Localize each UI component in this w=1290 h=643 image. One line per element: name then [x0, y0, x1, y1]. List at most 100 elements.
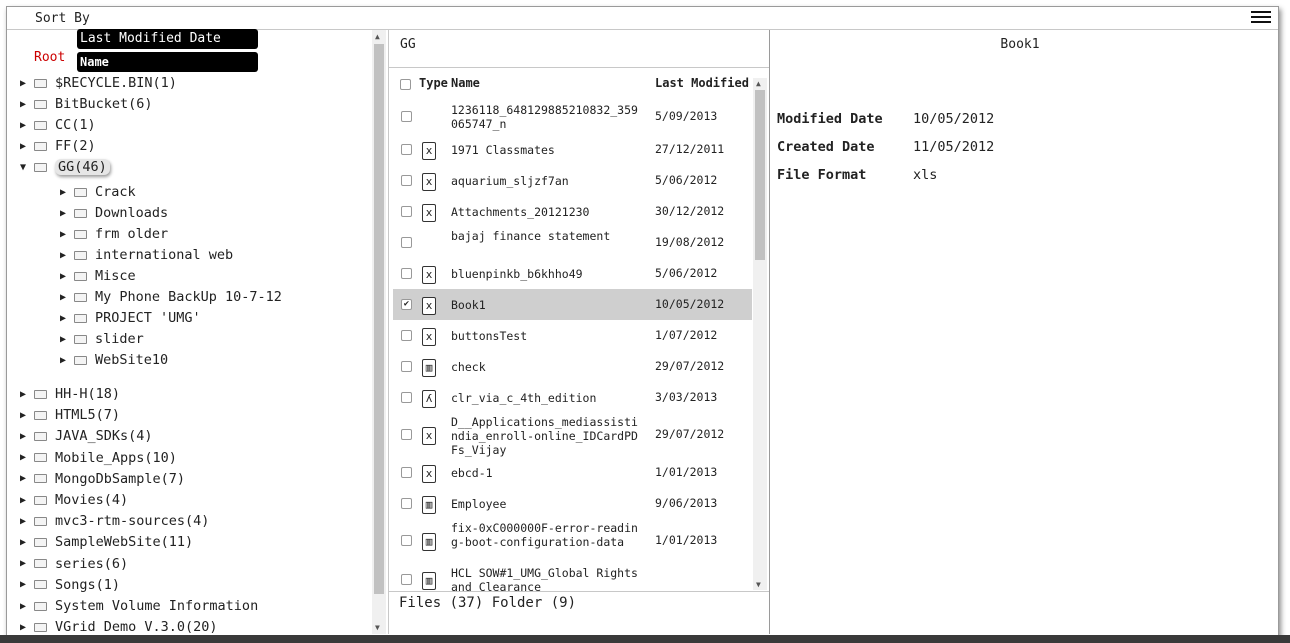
- file-checkbox[interactable]: [401, 236, 412, 248]
- tree-scrollbar-thumb[interactable]: [374, 44, 384, 594]
- tree-item-expanded[interactable]: ▼ GG(46): [20, 157, 110, 177]
- tree-item[interactable]: ▶ FF(2): [20, 136, 96, 156]
- expand-arrow-icon[interactable]: ▶: [60, 334, 74, 345]
- tree-item[interactable]: ▶ Mobile_Apps(10): [20, 448, 177, 468]
- expand-arrow-icon[interactable]: ▶: [20, 452, 34, 463]
- tree-scrollbar[interactable]: ▲ ▼: [372, 30, 386, 634]
- expand-arrow-icon[interactable]: ▶: [20, 558, 34, 569]
- folder-icon: [34, 162, 47, 172]
- tree-item[interactable]: ▶ VGrid Demo V.3.0(20): [20, 617, 218, 634]
- expand-arrow-icon[interactable]: ▶: [20, 141, 34, 152]
- tree-item[interactable]: ▶ mvc3-rtm-sources(4): [20, 511, 209, 531]
- file-row[interactable]: ✔ x Book1 10/05/2012: [393, 289, 752, 320]
- expand-arrow-icon[interactable]: ▶: [20, 601, 34, 612]
- tree-item[interactable]: ▶ HTML5(7): [20, 405, 120, 425]
- tree-child-item[interactable]: ▶ My Phone BackUp 10-7-12: [60, 287, 282, 307]
- scroll-down-icon[interactable]: ▼: [756, 580, 761, 589]
- expand-arrow-icon[interactable]: ▶: [20, 495, 34, 506]
- file-checkbox[interactable]: [401, 574, 412, 585]
- tree-item[interactable]: ▶ BitBucket(6): [20, 94, 153, 114]
- file-checkbox[interactable]: [401, 329, 412, 341]
- scroll-up-icon[interactable]: ▲: [756, 79, 761, 88]
- tree-child-item[interactable]: ▶ WebSite10: [60, 350, 168, 370]
- file-checkbox[interactable]: [401, 143, 412, 155]
- folder-icon: [34, 474, 47, 484]
- tree-item[interactable]: ▶ series(6): [20, 554, 128, 574]
- file-row[interactable]: x Attachments_20121230 30/12/2012: [393, 196, 752, 227]
- tree-item[interactable]: ▶ System Volume Information: [20, 596, 258, 616]
- expand-arrow-icon[interactable]: ▶: [20, 473, 34, 484]
- tree-root-label[interactable]: Root: [34, 50, 65, 65]
- expand-arrow-icon[interactable]: ▶: [20, 431, 34, 442]
- file-row[interactable]: ▥ Employee 9/06/2013: [393, 488, 752, 519]
- expand-arrow-icon[interactable]: ▶: [20, 99, 34, 110]
- expand-arrow-icon[interactable]: ▶: [20, 537, 34, 548]
- expand-arrow-icon[interactable]: ▶: [60, 313, 74, 324]
- expand-arrow-icon[interactable]: ▶: [60, 229, 74, 240]
- expand-arrow-icon[interactable]: ▶: [60, 271, 74, 282]
- tree-child-item[interactable]: ▶ slider: [60, 329, 144, 349]
- excel-icon: x: [422, 427, 436, 445]
- tree-child-item[interactable]: ▶ Crack: [60, 182, 136, 202]
- tree-child-item[interactable]: ▶ PROJECT 'UMG': [60, 308, 201, 328]
- file-checkbox[interactable]: [401, 205, 412, 217]
- tree-child-item[interactable]: ▶ frm older: [60, 224, 168, 244]
- expand-arrow-icon[interactable]: ▶: [60, 292, 74, 303]
- file-checkbox[interactable]: [401, 535, 412, 546]
- expand-arrow-icon[interactable]: ▶: [20, 579, 34, 590]
- tree-item[interactable]: ▶ JAVA_SDKs(4): [20, 426, 153, 446]
- file-row[interactable]: ʎ clr_via_c_4th_edition 3/03/2013: [393, 382, 752, 413]
- file-list-scrollbar-thumb[interactable]: [755, 90, 765, 260]
- scroll-up-icon[interactable]: ▲: [375, 32, 380, 41]
- tree-item[interactable]: ▶ Movies(4): [20, 490, 128, 510]
- expand-arrow-icon[interactable]: ▶: [20, 389, 34, 400]
- file-row[interactable]: bajaj finance statement 19/08/2012: [393, 227, 752, 258]
- file-row[interactable]: ▥ check 29/07/2012: [393, 351, 752, 382]
- expand-arrow-icon[interactable]: ▶: [20, 410, 34, 421]
- expand-arrow-icon[interactable]: ▶: [20, 120, 34, 131]
- file-row[interactable]: x 1971 Classmates 27/12/2011: [393, 134, 752, 165]
- tree-child-item[interactable]: ▶ international web: [60, 245, 233, 265]
- file-checkbox[interactable]: [401, 391, 412, 403]
- file-checkbox[interactable]: [401, 429, 412, 440]
- folder-icon: [74, 250, 87, 260]
- file-row[interactable]: x buttonsTest 1/07/2012: [393, 320, 752, 351]
- file-row[interactable]: x D__Applications_mediassistindia_enroll-…: [393, 413, 752, 457]
- file-modified-date: 30/12/2012: [655, 203, 725, 218]
- file-row[interactable]: ▥ HCL SOW#1_UMG_Global Rights and Clearan…: [393, 563, 752, 591]
- tree-item[interactable]: ▶ CC(1): [20, 115, 96, 135]
- sort-option-name[interactable]: Name: [77, 52, 258, 72]
- tree-item[interactable]: ▶ Songs(1): [20, 575, 120, 595]
- file-row[interactable]: ▥ fix-0xC000000F-error-reading-boot-confi…: [393, 519, 752, 563]
- tree-item[interactable]: ▶ HH-H(18): [20, 384, 120, 404]
- expand-arrow-icon[interactable]: ▶: [20, 622, 34, 633]
- tree-item[interactable]: ▶ $RECYCLE.BIN(1): [20, 73, 177, 93]
- expand-arrow-icon[interactable]: ▶: [60, 208, 74, 219]
- hamburger-menu-icon[interactable]: [1251, 11, 1271, 25]
- tree-child-item[interactable]: ▶ Downloads: [60, 203, 168, 223]
- file-list-scrollbar[interactable]: ▲ ▼: [753, 78, 767, 590]
- file-row[interactable]: 1236118_648129885210832_359065747_n 5/09/…: [393, 100, 752, 134]
- file-checkbox[interactable]: [401, 267, 412, 279]
- scroll-down-icon[interactable]: ▼: [375, 623, 380, 632]
- file-checkbox[interactable]: [401, 174, 412, 186]
- file-row[interactable]: x bluenpinkb_b6khho49 5/06/2012: [393, 258, 752, 289]
- file-checkbox[interactable]: [401, 497, 412, 509]
- collapse-arrow-icon[interactable]: ▼: [20, 162, 34, 173]
- tree-item[interactable]: ▶ SampleWebSite(11): [20, 532, 193, 552]
- file-row[interactable]: x aquarium_sljzf7an 5/06/2012: [393, 165, 752, 196]
- file-checkbox[interactable]: ✔: [401, 298, 412, 310]
- file-row[interactable]: x ebcd-1 1/01/2013: [393, 457, 752, 488]
- file-checkbox[interactable]: [401, 466, 412, 478]
- excel-icon: x: [422, 464, 436, 483]
- sort-option-last-modified[interactable]: Last Modified Date: [77, 29, 258, 49]
- file-checkbox[interactable]: [401, 111, 412, 122]
- expand-arrow-icon[interactable]: ▶: [20, 78, 34, 89]
- expand-arrow-icon[interactable]: ▶: [60, 250, 74, 261]
- tree-item[interactable]: ▶ MongoDbSample(7): [20, 469, 185, 489]
- expand-arrow-icon[interactable]: ▶: [60, 355, 74, 366]
- expand-arrow-icon[interactable]: ▶: [60, 187, 74, 198]
- file-checkbox[interactable]: [401, 360, 412, 372]
- tree-child-item[interactable]: ▶ Misce: [60, 266, 136, 286]
- expand-arrow-icon[interactable]: ▶: [20, 516, 34, 527]
